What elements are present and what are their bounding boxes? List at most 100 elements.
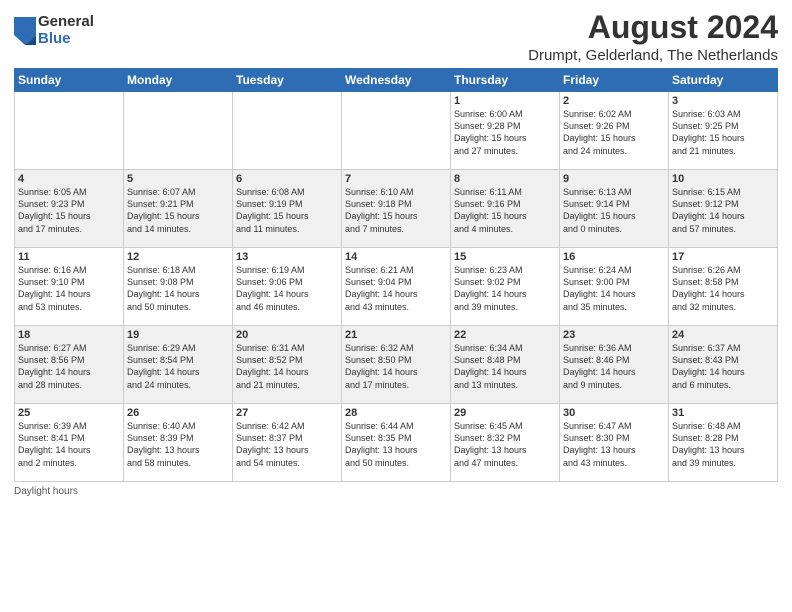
calendar-cell: 6Sunrise: 6:08 AM Sunset: 9:19 PM Daylig… bbox=[233, 170, 342, 248]
calendar-cell bbox=[124, 92, 233, 170]
cell-content: Sunrise: 6:32 AM Sunset: 8:50 PM Dayligh… bbox=[345, 342, 447, 391]
calendar-cell bbox=[15, 92, 124, 170]
calendar-header-monday: Monday bbox=[124, 69, 233, 92]
calendar-cell: 22Sunrise: 6:34 AM Sunset: 8:48 PM Dayli… bbox=[451, 326, 560, 404]
calendar-week-2: 11Sunrise: 6:16 AM Sunset: 9:10 PM Dayli… bbox=[15, 248, 778, 326]
calendar-cell: 21Sunrise: 6:32 AM Sunset: 8:50 PM Dayli… bbox=[342, 326, 451, 404]
calendar-cell: 19Sunrise: 6:29 AM Sunset: 8:54 PM Dayli… bbox=[124, 326, 233, 404]
day-number: 23 bbox=[563, 329, 665, 341]
cell-content: Sunrise: 6:24 AM Sunset: 9:00 PM Dayligh… bbox=[563, 264, 665, 313]
cell-content: Sunrise: 6:08 AM Sunset: 9:19 PM Dayligh… bbox=[236, 186, 338, 235]
calendar-cell: 5Sunrise: 6:07 AM Sunset: 9:21 PM Daylig… bbox=[124, 170, 233, 248]
day-number: 16 bbox=[563, 251, 665, 263]
cell-content: Sunrise: 6:03 AM Sunset: 9:25 PM Dayligh… bbox=[672, 108, 774, 157]
day-number: 8 bbox=[454, 173, 556, 185]
calendar-week-3: 18Sunrise: 6:27 AM Sunset: 8:56 PM Dayli… bbox=[15, 326, 778, 404]
calendar-cell: 31Sunrise: 6:48 AM Sunset: 8:28 PM Dayli… bbox=[669, 404, 778, 482]
calendar-cell: 13Sunrise: 6:19 AM Sunset: 9:06 PM Dayli… bbox=[233, 248, 342, 326]
cell-content: Sunrise: 6:13 AM Sunset: 9:14 PM Dayligh… bbox=[563, 186, 665, 235]
calendar-week-1: 4Sunrise: 6:05 AM Sunset: 9:23 PM Daylig… bbox=[15, 170, 778, 248]
day-number: 27 bbox=[236, 407, 338, 419]
cell-content: Sunrise: 6:44 AM Sunset: 8:35 PM Dayligh… bbox=[345, 420, 447, 469]
daylight-label: Daylight hours bbox=[14, 486, 78, 497]
calendar-week-4: 25Sunrise: 6:39 AM Sunset: 8:41 PM Dayli… bbox=[15, 404, 778, 482]
day-number: 9 bbox=[563, 173, 665, 185]
calendar-header-thursday: Thursday bbox=[451, 69, 560, 92]
calendar-cell: 26Sunrise: 6:40 AM Sunset: 8:39 PM Dayli… bbox=[124, 404, 233, 482]
cell-content: Sunrise: 6:11 AM Sunset: 9:16 PM Dayligh… bbox=[454, 186, 556, 235]
cell-content: Sunrise: 6:15 AM Sunset: 9:12 PM Dayligh… bbox=[672, 186, 774, 235]
calendar-cell: 10Sunrise: 6:15 AM Sunset: 9:12 PM Dayli… bbox=[669, 170, 778, 248]
month-year: August 2024 bbox=[528, 10, 778, 45]
calendar-cell: 28Sunrise: 6:44 AM Sunset: 8:35 PM Dayli… bbox=[342, 404, 451, 482]
title-block: August 2024 Drumpt, Gelderland, The Neth… bbox=[528, 10, 778, 64]
cell-content: Sunrise: 6:27 AM Sunset: 8:56 PM Dayligh… bbox=[18, 342, 120, 391]
calendar-cell bbox=[342, 92, 451, 170]
cell-content: Sunrise: 6:19 AM Sunset: 9:06 PM Dayligh… bbox=[236, 264, 338, 313]
cell-content: Sunrise: 6:18 AM Sunset: 9:08 PM Dayligh… bbox=[127, 264, 229, 313]
calendar-cell: 25Sunrise: 6:39 AM Sunset: 8:41 PM Dayli… bbox=[15, 404, 124, 482]
calendar-table: SundayMondayTuesdayWednesdayThursdayFrid… bbox=[14, 68, 778, 482]
calendar-cell: 3Sunrise: 6:03 AM Sunset: 9:25 PM Daylig… bbox=[669, 92, 778, 170]
calendar-cell: 30Sunrise: 6:47 AM Sunset: 8:30 PM Dayli… bbox=[560, 404, 669, 482]
cell-content: Sunrise: 6:34 AM Sunset: 8:48 PM Dayligh… bbox=[454, 342, 556, 391]
day-number: 12 bbox=[127, 251, 229, 263]
cell-content: Sunrise: 6:45 AM Sunset: 8:32 PM Dayligh… bbox=[454, 420, 556, 469]
cell-content: Sunrise: 6:47 AM Sunset: 8:30 PM Dayligh… bbox=[563, 420, 665, 469]
cell-content: Sunrise: 6:37 AM Sunset: 8:43 PM Dayligh… bbox=[672, 342, 774, 391]
logo-icon bbox=[14, 17, 36, 45]
cell-content: Sunrise: 6:00 AM Sunset: 9:28 PM Dayligh… bbox=[454, 108, 556, 157]
cell-content: Sunrise: 6:39 AM Sunset: 8:41 PM Dayligh… bbox=[18, 420, 120, 469]
day-number: 3 bbox=[672, 95, 774, 107]
cell-content: Sunrise: 6:29 AM Sunset: 8:54 PM Dayligh… bbox=[127, 342, 229, 391]
cell-content: Sunrise: 6:36 AM Sunset: 8:46 PM Dayligh… bbox=[563, 342, 665, 391]
main-container: General Blue August 2024 Drumpt, Gelderl… bbox=[0, 0, 792, 612]
day-number: 7 bbox=[345, 173, 447, 185]
cell-content: Sunrise: 6:48 AM Sunset: 8:28 PM Dayligh… bbox=[672, 420, 774, 469]
day-number: 18 bbox=[18, 329, 120, 341]
calendar-cell: 9Sunrise: 6:13 AM Sunset: 9:14 PM Daylig… bbox=[560, 170, 669, 248]
day-number: 21 bbox=[345, 329, 447, 341]
cell-content: Sunrise: 6:02 AM Sunset: 9:26 PM Dayligh… bbox=[563, 108, 665, 157]
day-number: 4 bbox=[18, 173, 120, 185]
cell-content: Sunrise: 6:23 AM Sunset: 9:02 PM Dayligh… bbox=[454, 264, 556, 313]
calendar-cell: 27Sunrise: 6:42 AM Sunset: 8:37 PM Dayli… bbox=[233, 404, 342, 482]
calendar-cell: 2Sunrise: 6:02 AM Sunset: 9:26 PM Daylig… bbox=[560, 92, 669, 170]
calendar-cell: 15Sunrise: 6:23 AM Sunset: 9:02 PM Dayli… bbox=[451, 248, 560, 326]
logo: General Blue bbox=[14, 14, 94, 47]
calendar-cell: 4Sunrise: 6:05 AM Sunset: 9:23 PM Daylig… bbox=[15, 170, 124, 248]
header: General Blue August 2024 Drumpt, Gelderl… bbox=[14, 10, 778, 64]
day-number: 31 bbox=[672, 407, 774, 419]
cell-content: Sunrise: 6:31 AM Sunset: 8:52 PM Dayligh… bbox=[236, 342, 338, 391]
day-number: 20 bbox=[236, 329, 338, 341]
day-number: 2 bbox=[563, 95, 665, 107]
footer: Daylight hours bbox=[14, 486, 778, 497]
calendar-header-wednesday: Wednesday bbox=[342, 69, 451, 92]
cell-content: Sunrise: 6:21 AM Sunset: 9:04 PM Dayligh… bbox=[345, 264, 447, 313]
cell-content: Sunrise: 6:10 AM Sunset: 9:18 PM Dayligh… bbox=[345, 186, 447, 235]
day-number: 19 bbox=[127, 329, 229, 341]
calendar-cell: 11Sunrise: 6:16 AM Sunset: 9:10 PM Dayli… bbox=[15, 248, 124, 326]
day-number: 1 bbox=[454, 95, 556, 107]
calendar-cell: 17Sunrise: 6:26 AM Sunset: 8:58 PM Dayli… bbox=[669, 248, 778, 326]
calendar-cell: 14Sunrise: 6:21 AM Sunset: 9:04 PM Dayli… bbox=[342, 248, 451, 326]
location: Drumpt, Gelderland, The Netherlands bbox=[528, 47, 778, 64]
calendar-cell: 12Sunrise: 6:18 AM Sunset: 9:08 PM Dayli… bbox=[124, 248, 233, 326]
day-number: 11 bbox=[18, 251, 120, 263]
calendar-cell: 20Sunrise: 6:31 AM Sunset: 8:52 PM Dayli… bbox=[233, 326, 342, 404]
day-number: 22 bbox=[454, 329, 556, 341]
calendar-week-0: 1Sunrise: 6:00 AM Sunset: 9:28 PM Daylig… bbox=[15, 92, 778, 170]
day-number: 5 bbox=[127, 173, 229, 185]
day-number: 26 bbox=[127, 407, 229, 419]
calendar-header-row: SundayMondayTuesdayWednesdayThursdayFrid… bbox=[15, 69, 778, 92]
calendar-header-friday: Friday bbox=[560, 69, 669, 92]
day-number: 17 bbox=[672, 251, 774, 263]
day-number: 28 bbox=[345, 407, 447, 419]
day-number: 10 bbox=[672, 173, 774, 185]
day-number: 6 bbox=[236, 173, 338, 185]
calendar-cell: 7Sunrise: 6:10 AM Sunset: 9:18 PM Daylig… bbox=[342, 170, 451, 248]
day-number: 15 bbox=[454, 251, 556, 263]
calendar-header-saturday: Saturday bbox=[669, 69, 778, 92]
calendar-cell bbox=[233, 92, 342, 170]
logo-general-text: General bbox=[38, 14, 94, 31]
